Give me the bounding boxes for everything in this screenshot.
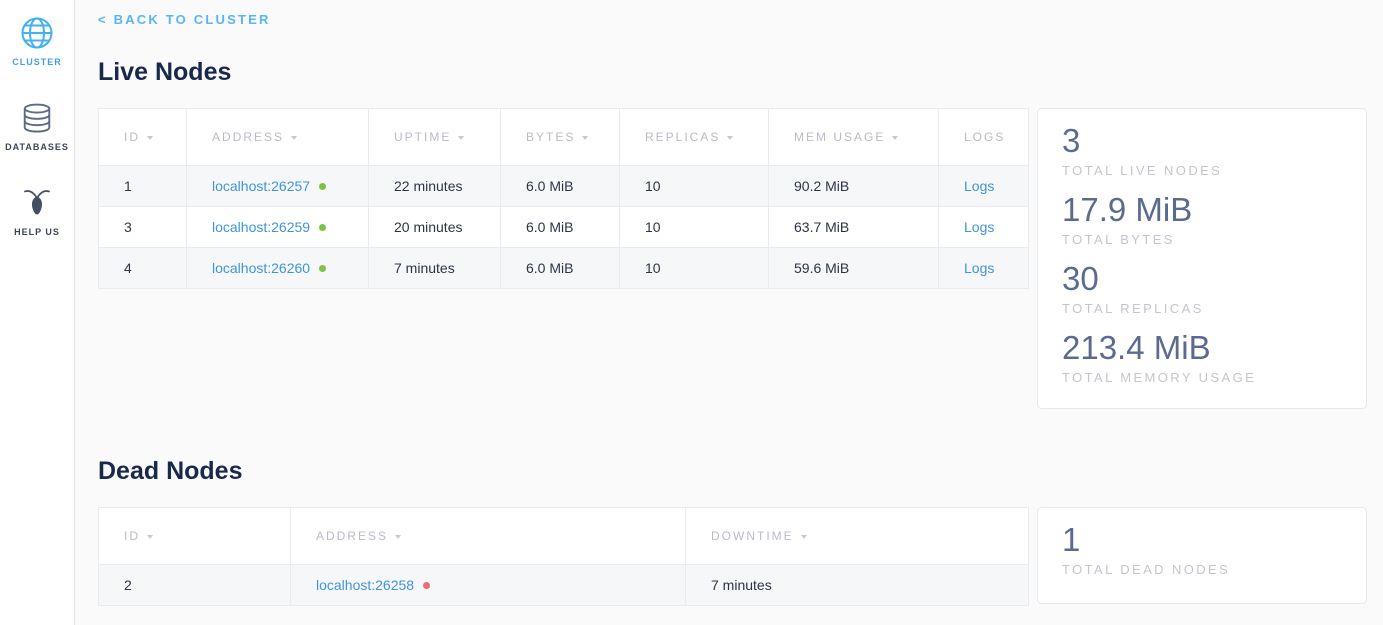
column-header-address[interactable]: ADDRESS (291, 508, 686, 565)
node-bytes-cell: 6.0 MiB (501, 166, 620, 207)
node-logs-cell: Logs (939, 248, 1029, 289)
sidebar-item-cluster[interactable]: CLUSTER (0, 15, 74, 67)
sort-caret-icon (458, 136, 464, 140)
stat-total-replicas: 30 TOTAL REPLICAS (1062, 260, 1342, 318)
sidebar-item-label: HELP US (14, 227, 60, 237)
node-status-dot (319, 183, 326, 190)
stat-value: 213.4 MiB (1062, 329, 1342, 367)
stat-total-live-nodes: 3 TOTAL LIVE NODES (1062, 122, 1342, 180)
node-address-link[interactable]: localhost:26260 (212, 260, 310, 276)
sort-caret-icon (892, 136, 898, 140)
stat-total-memory-usage: 213.4 MiB TOTAL MEMORY USAGE (1062, 329, 1342, 387)
dead-nodes-table: ID ADDRESS DOWNTIME 2 localhost:26258 7 … (98, 507, 1029, 606)
column-header-id[interactable]: ID (99, 109, 187, 166)
node-bytes-cell: 6.0 MiB (501, 248, 620, 289)
sidebar: CLUSTER DATABASES HELP US (0, 0, 75, 625)
databases-icon (20, 100, 54, 136)
cockroach-icon (21, 185, 53, 221)
node-address-cell: localhost:26257 (187, 166, 369, 207)
sidebar-item-label: CLUSTER (12, 57, 62, 67)
stat-total-dead-nodes: 1 TOTAL DEAD NODES (1062, 521, 1342, 579)
column-header-logs: LOGS (939, 109, 1029, 166)
node-id-cell: 2 (99, 565, 291, 606)
dead-nodes-summary-panel: 1 TOTAL DEAD NODES (1037, 507, 1367, 604)
node-mem-usage-cell: 90.2 MiB (769, 166, 939, 207)
sort-caret-icon (147, 136, 153, 140)
stat-total-bytes: 17.9 MiB TOTAL BYTES (1062, 191, 1342, 249)
sidebar-item-databases[interactable]: DATABASES (0, 100, 74, 152)
live-nodes-section: ID ADDRESS UPTIME BYTES REPLICAS MEM USA… (98, 108, 1367, 409)
node-logs-link[interactable]: Logs (964, 260, 994, 276)
node-uptime-cell: 7 minutes (369, 248, 501, 289)
dead-nodes-title: Dead Nodes (98, 457, 1367, 486)
node-logs-cell: Logs (939, 166, 1029, 207)
node-uptime-cell: 22 minutes (369, 166, 501, 207)
sort-caret-icon (395, 535, 401, 539)
node-address-cell: localhost:26260 (187, 248, 369, 289)
stat-label: TOTAL DEAD NODES (1062, 560, 1342, 579)
sidebar-item-label: DATABASES (5, 142, 69, 152)
sort-caret-icon (147, 535, 153, 539)
live-nodes-title: Live Nodes (98, 58, 1367, 87)
table-header-row: ID ADDRESS UPTIME BYTES REPLICAS MEM USA… (99, 109, 1029, 166)
node-id-cell: 1 (99, 166, 187, 207)
sort-caret-icon (801, 535, 807, 539)
table-row: 2 localhost:26258 7 minutes (99, 565, 1029, 606)
sort-caret-icon (291, 136, 297, 140)
node-address-cell: localhost:26258 (291, 565, 686, 606)
column-header-bytes[interactable]: BYTES (501, 109, 620, 166)
node-id-cell: 4 (99, 248, 187, 289)
node-replicas-cell: 10 (620, 166, 769, 207)
node-address-link[interactable]: localhost:26259 (212, 219, 310, 235)
table-row: 4 localhost:26260 7 minutes 6.0 MiB 10 5… (99, 248, 1029, 289)
live-nodes-table: ID ADDRESS UPTIME BYTES REPLICAS MEM USA… (98, 108, 1029, 289)
stat-value: 3 (1062, 122, 1342, 160)
node-mem-usage-cell: 63.7 MiB (769, 207, 939, 248)
dead-nodes-section: ID ADDRESS DOWNTIME 2 localhost:26258 7 … (98, 507, 1367, 606)
node-logs-link[interactable]: Logs (964, 219, 994, 235)
node-downtime-cell: 7 minutes (686, 565, 1029, 606)
node-status-dot (319, 224, 326, 231)
column-header-uptime[interactable]: UPTIME (369, 109, 501, 166)
live-nodes-summary-panel: 3 TOTAL LIVE NODES 17.9 MiB TOTAL BYTES … (1037, 108, 1367, 409)
stat-label: TOTAL MEMORY USAGE (1062, 368, 1342, 387)
main-content: < BACK TO CLUSTER Live Nodes ID ADDRESS … (75, 0, 1383, 625)
node-id-cell: 3 (99, 207, 187, 248)
table-row: 1 localhost:26257 22 minutes 6.0 MiB 10 … (99, 166, 1029, 207)
node-logs-link[interactable]: Logs (964, 178, 994, 194)
sort-caret-icon (582, 136, 588, 140)
column-header-replicas[interactable]: REPLICAS (620, 109, 769, 166)
stat-value: 30 (1062, 260, 1342, 298)
stat-value: 17.9 MiB (1062, 191, 1342, 229)
column-header-downtime[interactable]: DOWNTIME (686, 508, 1029, 565)
node-logs-cell: Logs (939, 207, 1029, 248)
node-address-link[interactable]: localhost:26258 (316, 577, 414, 593)
node-bytes-cell: 6.0 MiB (501, 207, 620, 248)
stat-value: 1 (1062, 521, 1342, 559)
sidebar-item-help-us[interactable]: HELP US (0, 185, 74, 237)
column-header-mem-usage[interactable]: MEM USAGE (769, 109, 939, 166)
node-address-link[interactable]: localhost:26257 (212, 178, 310, 194)
node-uptime-cell: 20 minutes (369, 207, 501, 248)
node-mem-usage-cell: 59.6 MiB (769, 248, 939, 289)
node-replicas-cell: 10 (620, 207, 769, 248)
sort-caret-icon (727, 136, 733, 140)
back-to-cluster-link[interactable]: < BACK TO CLUSTER (98, 12, 271, 27)
node-status-dot (423, 582, 430, 589)
table-row: 3 localhost:26259 20 minutes 6.0 MiB 10 … (99, 207, 1029, 248)
stat-label: TOTAL REPLICAS (1062, 299, 1342, 318)
globe-icon (19, 15, 55, 51)
node-replicas-cell: 10 (620, 248, 769, 289)
node-address-cell: localhost:26259 (187, 207, 369, 248)
stat-label: TOTAL BYTES (1062, 230, 1342, 249)
table-header-row: ID ADDRESS DOWNTIME (99, 508, 1029, 565)
column-header-address[interactable]: ADDRESS (187, 109, 369, 166)
column-header-id[interactable]: ID (99, 508, 291, 565)
stat-label: TOTAL LIVE NODES (1062, 161, 1342, 180)
node-status-dot (319, 265, 326, 272)
